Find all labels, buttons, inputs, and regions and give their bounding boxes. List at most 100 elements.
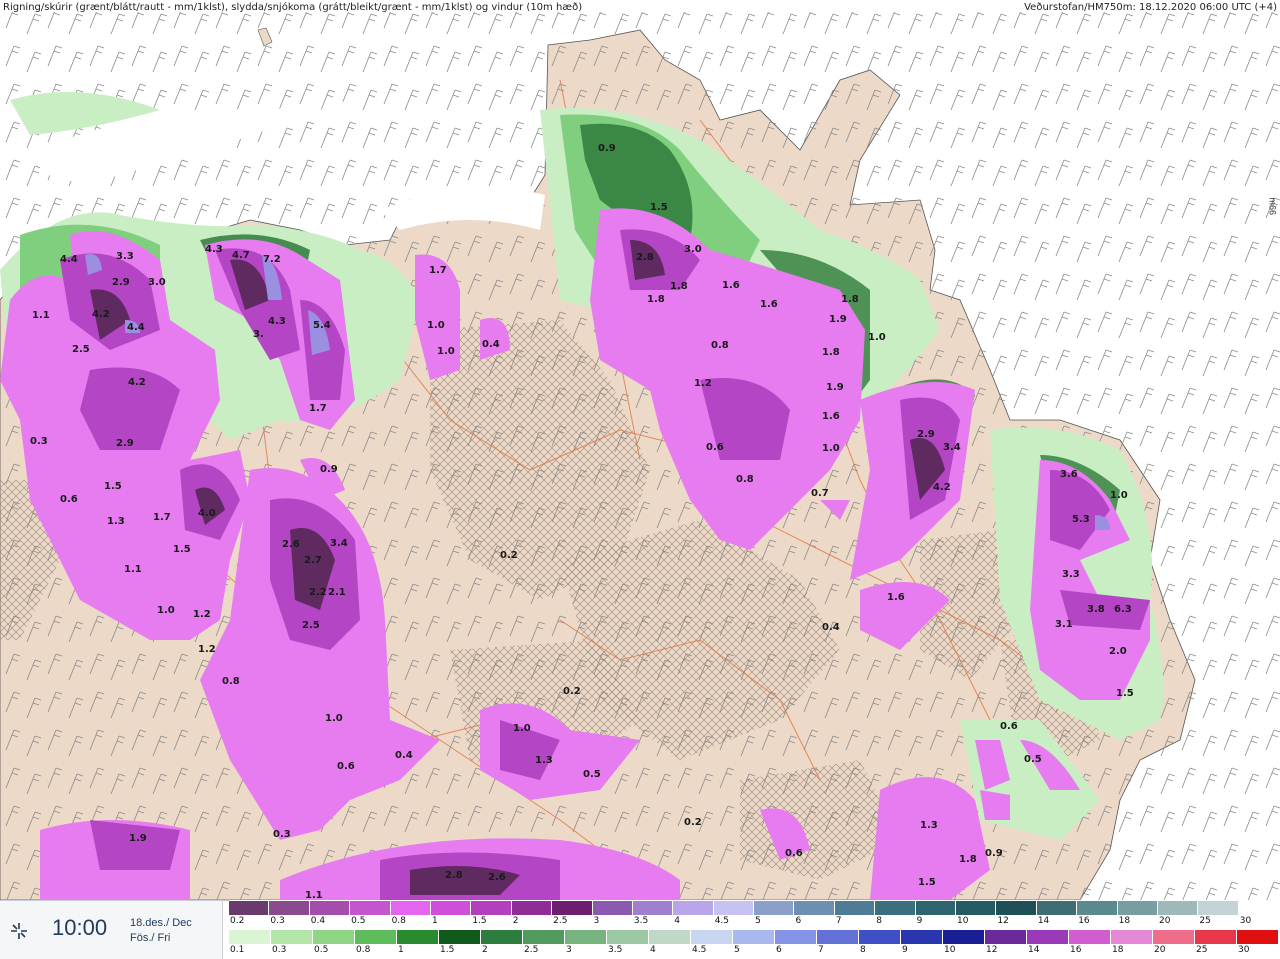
legend-label: 8 [860, 945, 866, 955]
legend-swatch [269, 901, 310, 915]
map-value: 0.6 [337, 761, 355, 772]
legend-swatch [271, 930, 313, 944]
legend-label: 1 [431, 916, 438, 926]
map-value: 0.9 [598, 143, 616, 154]
map-value: 4.4 [60, 254, 78, 265]
legend-label: 4.5 [714, 916, 730, 926]
map-value: 2.1 [328, 587, 346, 598]
map-value: 2.9 [116, 438, 134, 449]
legend-swatch [1195, 930, 1237, 944]
legend-swatch [943, 930, 985, 944]
map-value: 0.2 [684, 817, 702, 828]
map-value: 0.3 [273, 829, 291, 840]
map-value: 2.9 [112, 277, 130, 288]
map-value: 0.9 [320, 464, 338, 475]
legend-swatch [397, 930, 439, 944]
map-value: 2.5 [72, 344, 90, 355]
legend-swatch [834, 901, 876, 915]
legend-label: 12 [997, 916, 1009, 926]
map-value: 1.5 [1116, 688, 1134, 699]
map-value: 4.3 [205, 244, 223, 255]
map-value: 1.2 [198, 644, 216, 655]
map-value: 2.8 [445, 870, 463, 881]
map-value: 4.0 [198, 508, 216, 519]
side-label: m66 [1268, 197, 1278, 215]
map-value: 0.4 [822, 622, 840, 633]
weather-map: 4.4 3.3 2.9 3.0 4.2 4.4 1.1 2.5 4.2 2.9 … [0, 0, 1280, 958]
map-value: 2.7 [304, 555, 322, 566]
legend-label: 6 [795, 916, 802, 926]
legend-label: 0.8 [391, 916, 406, 926]
legend-swatch [1027, 930, 1069, 944]
map-value: 1.1 [32, 310, 50, 321]
legend-label: 25 [1199, 916, 1211, 926]
map-value: 3.4 [943, 442, 961, 453]
map-value: 7.2 [263, 254, 281, 265]
map-title: Rigning/skúrir (grænt/blátt/rautt - mm/1… [3, 2, 583, 13]
legend-label: 5 [734, 945, 740, 955]
legend-swatch [775, 930, 817, 944]
map-value: 0.8 [736, 474, 754, 485]
map-value: 4.3 [268, 316, 286, 327]
legend-swatch [471, 901, 512, 915]
map-value: 1.0 [437, 346, 455, 357]
legend-label: 30 [1238, 945, 1250, 955]
map-value: 0.3 [30, 436, 48, 447]
map-value: 0.6 [1000, 721, 1018, 732]
legend-swatch [859, 930, 901, 944]
legend-label: 10 [957, 916, 969, 926]
legend-swatch [565, 930, 607, 944]
legend-label: 2.5 [524, 945, 539, 955]
map-value: 1.5 [104, 481, 122, 492]
legend-label: 6 [776, 945, 782, 955]
map-value: 2.0 [1109, 646, 1127, 657]
legend-label: 0.5 [351, 916, 366, 926]
time-box: 10:00 18.des./ Dec Fös./ Fri [0, 900, 223, 959]
legend-label: 0.8 [356, 945, 371, 955]
map-value: 1.2 [694, 378, 712, 389]
legend-swatch [309, 901, 351, 915]
map-value: 1.0 [427, 320, 445, 331]
legend-label: 0.5 [314, 945, 329, 955]
legend-swatch [794, 901, 835, 915]
legend-label: 4.5 [692, 945, 707, 955]
map-value: 4.7 [232, 250, 250, 261]
map-value: 5.3 [1072, 514, 1090, 525]
map-value: 2.6 [282, 539, 300, 550]
legend-label: 20 [1154, 945, 1166, 955]
legend-label: 12 [986, 945, 998, 955]
map-value: 0.4 [395, 750, 413, 761]
map-value: 5.4 [313, 320, 331, 331]
map-value: 0.8 [222, 676, 240, 687]
legend-label: 18 [1118, 916, 1131, 926]
map-value: 1.7 [153, 512, 171, 523]
legend-label: 30 [1239, 916, 1252, 926]
legend-label: 9 [916, 916, 923, 926]
map-value: 1.0 [868, 332, 886, 343]
legend-label: 25 [1196, 945, 1208, 955]
map-value: 1.9 [829, 314, 847, 325]
map-value: 3.3 [1062, 569, 1080, 580]
map-value: 2.6 [488, 872, 506, 883]
map-value: 0.5 [1024, 754, 1042, 765]
legend-label: 2.5 [553, 916, 568, 926]
map-value: 0.4 [482, 339, 500, 350]
map-value: 1.6 [887, 592, 905, 603]
map-value: 1.0 [1110, 490, 1128, 501]
legend-swatch [592, 901, 633, 915]
legend-label: 0.3 [272, 945, 287, 955]
legend-swatch [673, 901, 714, 915]
legend-swatch [1117, 901, 1158, 915]
legend-swatch [481, 930, 523, 944]
map-value: 0.9 [985, 848, 1003, 859]
map-value: 3.6 [1060, 469, 1078, 480]
legend-swatch [439, 930, 481, 944]
forecast-date: 18.des./ Dec [130, 917, 192, 929]
legend-swatch [1157, 901, 1199, 915]
map-value: 4.2 [933, 482, 951, 493]
rain-legend-labels: 0.1 0.3 0.5 0.8 1 1.5 2 2.5 3 3.5 4 4.5 5 6 7 8 9 10 12 14 1… [229, 945, 1279, 956]
map-value: 1.0 [513, 723, 531, 734]
legend-swatch [956, 901, 997, 915]
legend-swatch [754, 901, 795, 915]
map-value: 3.4 [330, 538, 348, 549]
